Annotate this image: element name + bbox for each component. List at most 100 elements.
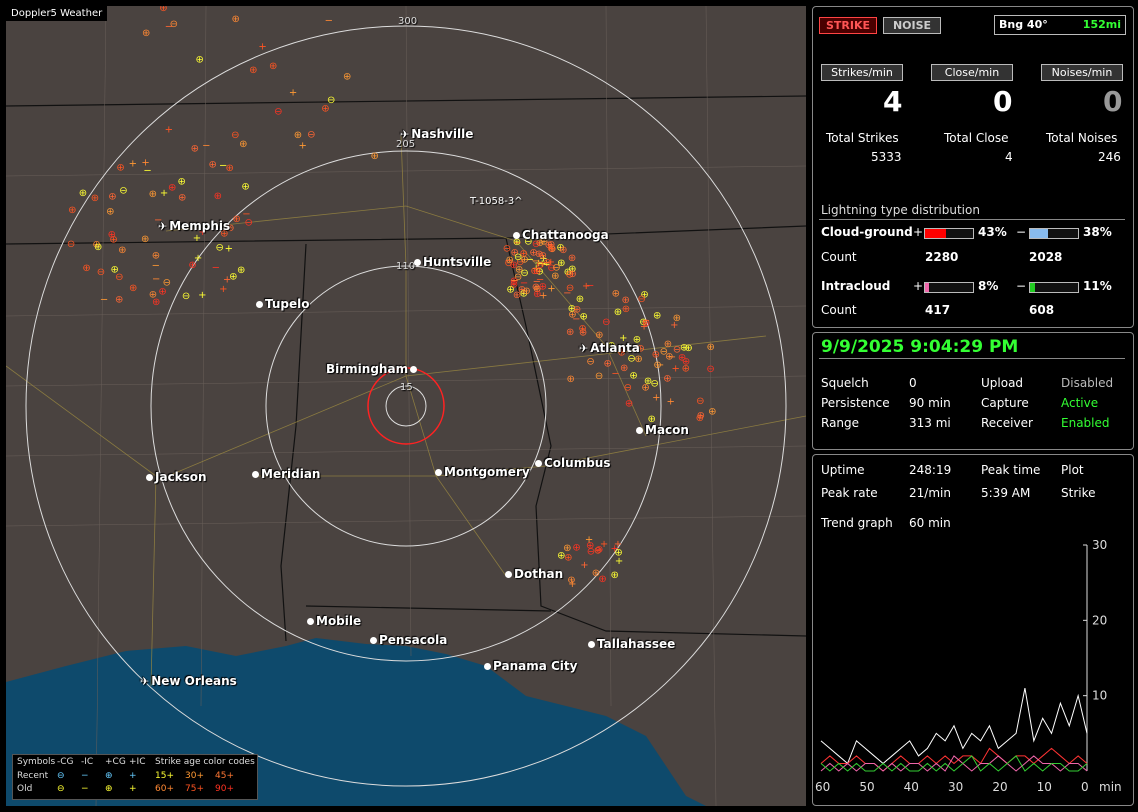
city-dot-icon (252, 471, 259, 478)
strike-marker: ⊕ (614, 548, 622, 559)
peak-rate-label: Peak rate (821, 486, 878, 500)
cg-minus-count: 2028 (1029, 250, 1063, 264)
strike-marker: ⊕ (108, 191, 116, 202)
city-dothan[interactable]: Dothan (503, 567, 563, 581)
capture-value[interactable]: Active (1061, 396, 1098, 410)
strike-marker: ⊕ (653, 311, 661, 322)
city-memphis[interactable]: ✈ Memphis (156, 219, 230, 233)
legend-recent-label: Recent (17, 771, 49, 781)
ic-minus-bar (1029, 282, 1079, 293)
pos-cg-recent-icon: ⊕ (105, 771, 113, 781)
ic-plus-percent: 8% (978, 279, 999, 293)
strike-marker: + (160, 188, 168, 199)
cg-plus-count: 2280 (925, 250, 959, 264)
uptime-label: Uptime (821, 463, 865, 477)
strike-marker: − (611, 369, 619, 380)
strikes-per-min-value: 4 (883, 85, 903, 118)
total-close-label: Total Close (944, 131, 1009, 145)
strike-marker: + (580, 560, 588, 571)
city-birmingham[interactable]: Birmingham (326, 362, 419, 376)
strike-marker: ⊕ (116, 163, 124, 174)
strike-marker: ⊖ (586, 356, 594, 367)
strike-marker: + (258, 41, 266, 52)
strike-marker: ⊕ (68, 205, 76, 216)
trend-x-tick-label: 60 (815, 780, 830, 794)
city-dot-icon (588, 641, 595, 648)
city-dot-icon (146, 474, 153, 481)
neg-ic-old-icon: − (81, 784, 89, 794)
city-dot-icon (513, 232, 520, 239)
upload-value[interactable]: Disabled (1061, 376, 1113, 390)
strike-marker: + (652, 393, 660, 404)
city-montgomery[interactable]: Montgomery (433, 465, 530, 479)
capture-label: Capture (981, 396, 1029, 410)
strike-marker: ⊕ (547, 244, 555, 255)
persistence-value[interactable]: 90 min (909, 396, 951, 410)
squelch-value[interactable]: 0 (909, 376, 917, 390)
trend-graph-value[interactable]: 60 min (909, 516, 951, 530)
strike-marker: ⊕ (343, 71, 351, 82)
noise-indicator[interactable]: NOISE (883, 17, 941, 34)
strike-marker: ⊕ (533, 266, 541, 277)
strike-marker: ⊕ (572, 543, 580, 554)
strike-marker: ⊕ (229, 271, 237, 282)
strike-marker: ⊕ (598, 574, 606, 585)
strike-marker: ⊕ (159, 6, 167, 14)
city-columbus[interactable]: Columbus (533, 456, 611, 470)
city-mobile[interactable]: Mobile (305, 614, 361, 628)
ic-minus-sign: − (1016, 279, 1027, 293)
trend-x-tick-label: 40 (904, 780, 919, 794)
legend-col-pos-cg: +CG (105, 757, 126, 767)
city-dot-icon (410, 366, 418, 373)
strike-marker: ⊕ (576, 294, 584, 305)
strike-marker: ⊕ (595, 330, 603, 341)
city-atlanta[interactable]: ✈ Atlanta (577, 341, 640, 355)
city-new-orleans[interactable]: ✈ New Orleans (138, 674, 237, 688)
strike-marker: + (165, 124, 173, 135)
city-dot-icon (370, 637, 377, 644)
city-huntsville[interactable]: Huntsville (412, 255, 491, 269)
datetime: 9/9/2025 9:04:29 PM (821, 337, 1019, 357)
close-per-min-value: 0 (993, 85, 1013, 118)
cg-plus-sign: + (913, 225, 924, 239)
strike-marker: ⊕ (168, 182, 176, 193)
city-nashville[interactable]: ✈ Nashville (398, 127, 473, 141)
strike-marker: ⊕ (568, 269, 576, 280)
city-dot-icon (484, 663, 491, 670)
neg-ic-recent-icon: − (81, 771, 89, 781)
range-value[interactable]: 313 mi (909, 416, 951, 430)
close-range-ring (367, 367, 445, 445)
ring-label-300: 300 (398, 16, 418, 27)
strike-indicator[interactable]: STRIKE (819, 17, 877, 34)
strike-marker: + (670, 320, 678, 331)
strike-marker: ⊕ (678, 353, 686, 364)
lightning-map[interactable]: ⊕ + + ⊕ ⊕ − ⊕ ⊕ ⊕ + − ⊕ ⊖ ⊕ ⊖ ⊕ ⊕ ⊕ − ⊖ ⊕ ⊖ ⊕ − ⊕ ⊕ ⊖ + ⊕ ⊕ ⊕ ⊕ ⊕ ⊕ + − ⊕ ⊕ ⊖ −… (6, 6, 806, 806)
strike-marker: ⊕ (142, 28, 150, 39)
airport-icon: ✈ (140, 675, 150, 688)
city-tallahassee[interactable]: Tallahassee (586, 637, 675, 651)
highways (6, 135, 806, 687)
city-macon[interactable]: Macon (634, 423, 689, 437)
trend-y-tick-label: 20 (1092, 613, 1107, 627)
strike-marker: ⊖ (706, 364, 714, 375)
strike-marker: ⊕ (595, 545, 603, 556)
intracloud-label: Intracloud (821, 279, 891, 293)
ic-plus-count: 417 (925, 303, 951, 317)
strike-marker: + (672, 363, 680, 374)
city-tupelo[interactable]: Tupelo (254, 297, 310, 311)
plot-value[interactable]: Strike (1061, 486, 1096, 500)
city-chattanooga[interactable]: Chattanooga (511, 228, 609, 242)
peak-time-value: 5:39 AM (981, 486, 1031, 500)
symbol-legend: Symbols -CG -IC +CG +IC Strike age color code… (12, 754, 258, 800)
bearing-readout: Bng 40° 152mi (994, 15, 1126, 35)
receiver-value[interactable]: Enabled (1061, 416, 1110, 430)
strike-marker: ⊖ (651, 379, 659, 390)
strike-marker: − (505, 256, 513, 267)
strike-marker: ⊕ (208, 160, 216, 171)
strike-marker: ⊖ (660, 347, 668, 358)
strike-marker: ⊕ (106, 206, 114, 217)
city-panama-city[interactable]: Panama City (482, 659, 577, 673)
city-meridian[interactable]: Meridian (250, 467, 320, 481)
city-jackson[interactable]: Jackson (144, 470, 207, 484)
city-pensacola[interactable]: Pensacola (368, 633, 447, 647)
